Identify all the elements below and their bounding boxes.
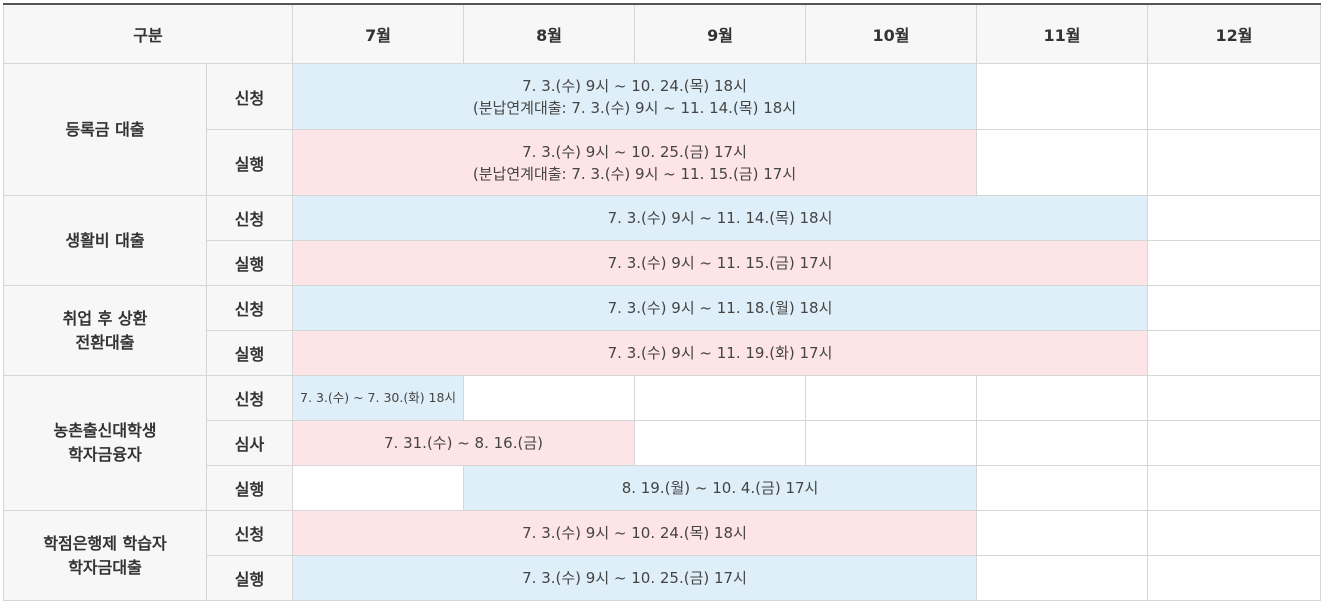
category-credit-bank-loan: 학점은행제 학습자 학자금대출 bbox=[3, 510, 207, 601]
stage-label: 신청 bbox=[205, 510, 294, 556]
stage-label: 실행 bbox=[205, 240, 294, 286]
table-row: 취업 후 상환 전환대출 신청 7. 3.(수) 9시 ~ 11. 18.(월)… bbox=[3, 285, 1322, 376]
header-month-dec: 12월 bbox=[1147, 3, 1322, 64]
loan-schedule-table: 구분 7월 8월 9월 10월 11월 12월 등록금 대출 신청 7. 3.(… bbox=[2, 3, 1322, 601]
empty-cell bbox=[463, 375, 636, 421]
empty-cell bbox=[805, 375, 978, 421]
empty-cell bbox=[1147, 375, 1322, 421]
category-title-line: 전환대출 bbox=[75, 332, 135, 352]
empty-cell bbox=[1147, 330, 1322, 376]
schedule-bar-apply: 7. 3.(수) 9시 ~ 11. 14.(목) 18시 bbox=[292, 195, 1149, 241]
category-living-loan: 생활비 대출 bbox=[3, 195, 207, 286]
category-icl-conversion-loan: 취업 후 상환 전환대출 bbox=[3, 285, 207, 376]
empty-cell bbox=[976, 129, 1149, 196]
category-rural-student-loan: 농촌출신대학생 학자금융자 bbox=[3, 375, 207, 511]
empty-cell bbox=[1147, 240, 1322, 286]
stage-label: 실행 bbox=[205, 330, 294, 376]
stage-label: 신청 bbox=[205, 195, 294, 241]
empty-cell bbox=[805, 420, 978, 466]
schedule-bar-execute: 7. 3.(수) 9시 ~ 10. 25.(금) 17시 bbox=[292, 555, 978, 601]
header-month-oct: 10월 bbox=[805, 3, 978, 64]
stage-label: 신청 bbox=[205, 285, 294, 331]
stage-label: 심사 bbox=[205, 420, 294, 466]
category-tuition-loan: 등록금 대출 bbox=[3, 63, 207, 196]
empty-cell bbox=[976, 420, 1149, 466]
table-row: 농촌출신대학생 학자금융자 신청 7. 3.(수) ~ 7. 30.(화) 18… bbox=[3, 375, 1322, 511]
empty-cell bbox=[1147, 465, 1322, 511]
schedule-bar-execute: 7. 3.(수) 9시 ~ 10. 25.(금) 17시 (분납연계대출: 7.… bbox=[292, 129, 978, 196]
header-month-jul: 7월 bbox=[292, 3, 465, 64]
schedule-bar-review: 7. 31.(수) ~ 8. 16.(금) bbox=[292, 420, 636, 466]
empty-cell bbox=[1147, 555, 1322, 601]
empty-cell bbox=[976, 510, 1149, 556]
table-row: 등록금 대출 신청 7. 3.(수) 9시 ~ 10. 24.(목) 18시 (… bbox=[3, 63, 1322, 196]
schedule-text: (분납연계대출: 7. 3.(수) 9시 ~ 11. 14.(목) 18시 bbox=[472, 98, 797, 117]
empty-cell bbox=[634, 420, 807, 466]
schedule-bar-apply: 7. 3.(수) 9시 ~ 11. 18.(월) 18시 bbox=[292, 285, 1149, 331]
header-category: 구분 bbox=[2, 3, 294, 64]
stage-label: 실행 bbox=[205, 555, 294, 601]
header-month-aug: 8월 bbox=[463, 3, 636, 64]
category-title-line: 취업 후 상환 bbox=[62, 308, 148, 328]
category-title-line: 농촌출신대학생 bbox=[53, 421, 157, 440]
schedule-text: (분납연계대출: 7. 3.(수) 9시 ~ 11. 15.(금) 17시 bbox=[472, 164, 797, 183]
stage-label: 신청 bbox=[205, 63, 294, 130]
schedule-bar-apply: 7. 3.(수) ~ 7. 30.(화) 18시 bbox=[292, 375, 465, 421]
table-row: 학점은행제 학습자 학자금대출 신청 7. 3.(수) 9시 ~ 10. 24.… bbox=[3, 510, 1322, 601]
empty-cell bbox=[1147, 285, 1322, 331]
stage-label: 신청 bbox=[205, 375, 294, 421]
category-title-line: 학자금융자 bbox=[68, 445, 142, 464]
empty-cell bbox=[976, 63, 1149, 130]
empty-cell bbox=[1147, 195, 1322, 241]
header-month-sep: 9월 bbox=[634, 3, 807, 64]
schedule-bar-apply: 7. 3.(수) 9시 ~ 10. 24.(목) 18시 (분납연계대출: 7.… bbox=[292, 63, 978, 130]
empty-cell bbox=[1147, 420, 1322, 466]
empty-cell bbox=[1147, 510, 1322, 556]
table-row: 생활비 대출 신청 7. 3.(수) 9시 ~ 11. 14.(목) 18시 bbox=[3, 195, 1322, 286]
category-title-line: 학자금대출 bbox=[68, 557, 142, 577]
schedule-bar-apply: 7. 3.(수) 9시 ~ 10. 24.(목) 18시 bbox=[292, 510, 978, 556]
schedule-text: 7. 3.(수) 9시 ~ 10. 25.(금) 17시 bbox=[522, 142, 747, 161]
empty-cell bbox=[976, 465, 1149, 511]
schedule-text: 7. 3.(수) 9시 ~ 10. 24.(목) 18시 bbox=[522, 76, 747, 95]
empty-cell bbox=[1147, 63, 1322, 130]
schedule-bar-execute: 8. 19.(월) ~ 10. 4.(금) 17시 bbox=[463, 465, 978, 511]
empty-cell bbox=[634, 375, 807, 421]
schedule-bar-execute: 7. 3.(수) 9시 ~ 11. 19.(화) 17시 bbox=[292, 330, 1149, 376]
empty-cell bbox=[292, 465, 465, 511]
header-row: 구분 7월 8월 9월 10월 11월 12월 bbox=[2, 3, 1322, 64]
category-title-line: 학점은행제 학습자 bbox=[43, 533, 167, 553]
header-month-nov: 11월 bbox=[976, 3, 1149, 64]
stage-label: 실행 bbox=[205, 129, 294, 196]
schedule-bar-execute: 7. 3.(수) 9시 ~ 11. 15.(금) 17시 bbox=[292, 240, 1149, 286]
empty-cell bbox=[976, 375, 1149, 421]
stage-label: 실행 bbox=[205, 465, 294, 511]
empty-cell bbox=[1147, 129, 1322, 196]
schedule-page: 구분 7월 8월 9월 10월 11월 12월 등록금 대출 신청 7. 3.(… bbox=[0, 0, 1322, 605]
empty-cell bbox=[976, 555, 1149, 601]
